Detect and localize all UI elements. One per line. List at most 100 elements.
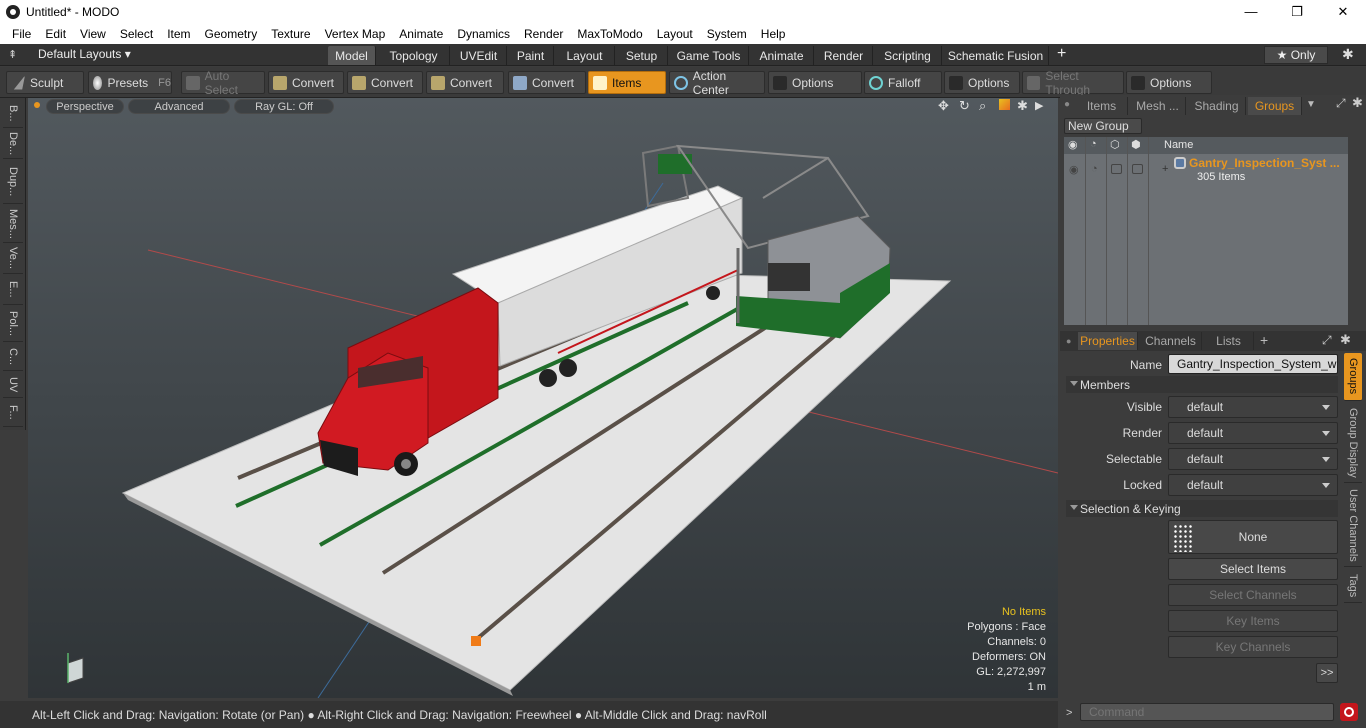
tab-dropdown-icon[interactable]: ▼ — [1306, 99, 1316, 110]
menu-select[interactable]: Select — [113, 27, 160, 41]
select-items-button[interactable]: Select Items — [1168, 558, 1338, 580]
row-eye-icon[interactable]: ◉ — [1069, 163, 1079, 176]
tab-mesh[interactable]: Mesh ... — [1130, 97, 1186, 115]
lock-icon[interactable]: ⬢ — [1131, 138, 1141, 151]
tab-topology[interactable]: Topology — [378, 46, 450, 65]
left-tab-polygon[interactable]: Pol... — [3, 306, 23, 342]
left-tab-uv[interactable]: UV — [3, 372, 23, 398]
name-input[interactable]: Gantry_Inspection_System_with — [1168, 354, 1338, 374]
menu-help[interactable]: Help — [754, 27, 793, 41]
visibility-eye-icon[interactable]: ◉ — [1068, 138, 1078, 151]
render-dropdown[interactable]: default — [1168, 422, 1338, 444]
presets-button[interactable]: Presets F6 — [88, 71, 172, 94]
menu-view[interactable]: View — [73, 27, 113, 41]
menu-layout[interactable]: Layout — [650, 27, 700, 41]
menu-edit[interactable]: Edit — [38, 27, 73, 41]
gear-icon[interactable]: ✱ — [1342, 46, 1354, 63]
render-icon[interactable]: ◔ — [1090, 138, 1097, 150]
auto-select-button[interactable]: Auto Select — [181, 69, 265, 97]
tab-channels[interactable]: Channels — [1140, 332, 1202, 350]
visible-dropdown[interactable]: default — [1168, 396, 1338, 418]
action-center-options-button[interactable]: Options — [768, 71, 862, 94]
panel-dot-icon[interactable]: ● — [1064, 99, 1070, 110]
tab-items[interactable]: Items — [1076, 97, 1128, 115]
row-render-icon[interactable]: ◔ — [1091, 163, 1098, 175]
expand-plus-icon[interactable]: + — [1162, 163, 1168, 175]
left-tab-basic[interactable]: B... — [3, 100, 23, 128]
convert-items-button[interactable]: Convert — [508, 71, 586, 94]
minimize-button[interactable]: — — [1228, 0, 1274, 23]
left-tab-vertex[interactable]: Ve... — [3, 244, 23, 274]
group-row[interactable]: ◉ ◔ + Gantry_Inspection_Syst ... 305 Ite… — [1064, 155, 1348, 185]
items-mode-button[interactable]: Items — [588, 71, 666, 94]
key-channels-button[interactable]: Key Channels — [1168, 636, 1338, 658]
menu-item[interactable]: Item — [160, 27, 197, 41]
menu-animate[interactable]: Animate — [392, 27, 450, 41]
locked-dropdown[interactable]: default — [1168, 474, 1338, 496]
selectable-dropdown[interactable]: default — [1168, 448, 1338, 470]
tab-uvedit[interactable]: UVEdit — [451, 46, 507, 65]
expand-icon[interactable]: ⤢ — [1336, 96, 1346, 111]
menu-dynamics[interactable]: Dynamics — [450, 27, 517, 41]
select-channels-button[interactable]: Select Channels — [1168, 584, 1338, 606]
falloff-button[interactable]: Falloff — [864, 71, 942, 94]
tab-paint[interactable]: Paint — [508, 46, 554, 65]
prop-dot-icon[interactable]: ● — [1066, 336, 1071, 346]
members-header[interactable]: Members — [1066, 376, 1338, 393]
menu-vertex-map[interactable]: Vertex Map — [318, 27, 393, 41]
layout-expand-icon[interactable]: ⇞ — [8, 48, 17, 61]
record-button[interactable] — [1340, 703, 1358, 721]
convert-vertices-button[interactable]: Convert — [268, 71, 344, 94]
action-center-button[interactable]: Action Center — [669, 69, 765, 97]
left-tab-mesh[interactable]: Mes... — [3, 205, 23, 243]
menu-maxtomodo[interactable]: MaxToModo — [570, 27, 649, 41]
new-group-button[interactable]: New Group — [1064, 118, 1142, 134]
menu-file[interactable]: File — [5, 27, 38, 41]
menu-render[interactable]: Render — [517, 27, 570, 41]
row-lock-box[interactable] — [1132, 164, 1143, 174]
tab-model[interactable]: Model — [328, 46, 376, 65]
side-tab-group-display[interactable]: Group Display — [1344, 403, 1362, 483]
menu-geometry[interactable]: Geometry — [198, 27, 265, 41]
left-tab-edge[interactable]: E... — [3, 275, 23, 305]
tab-schematic-fusion[interactable]: Schematic Fusion — [943, 46, 1049, 65]
only-button[interactable]: ★ Only — [1264, 46, 1328, 64]
select-icon[interactable]: ⬡ — [1110, 138, 1120, 151]
select-through-button[interactable]: Select Through — [1022, 69, 1124, 97]
none-button[interactable]: None — [1168, 520, 1338, 554]
tab-lists[interactable]: Lists — [1204, 332, 1254, 350]
left-tab-fusion[interactable]: F... — [3, 399, 23, 427]
add-tab-icon[interactable]: + — [1260, 332, 1268, 348]
tab-scripting[interactable]: Scripting — [874, 46, 942, 65]
command-input[interactable] — [1080, 703, 1334, 721]
convert-edges-button[interactable]: Convert — [347, 71, 423, 94]
tab-shading[interactable]: Shading — [1188, 97, 1246, 115]
tab-setup[interactable]: Setup — [616, 46, 668, 65]
maximize-button[interactable]: ❐ — [1274, 0, 1320, 23]
tab-layout[interactable]: Layout — [555, 46, 615, 65]
menu-texture[interactable]: Texture — [264, 27, 317, 41]
more-button[interactable]: >> — [1316, 663, 1338, 683]
convert-polygons-button[interactable]: Convert — [426, 71, 504, 94]
close-button[interactable]: ✕ — [1320, 0, 1366, 23]
left-tab-duplicate[interactable]: Dup... — [3, 160, 23, 204]
menu-system[interactable]: System — [700, 27, 754, 41]
panel-gear-icon[interactable]: ✱ — [1352, 95, 1363, 111]
select-through-options-button[interactable]: Options — [1126, 71, 1212, 94]
falloff-options-button[interactable]: Options — [944, 71, 1020, 94]
prop-expand-icon[interactable]: ⤢ — [1322, 333, 1332, 348]
side-tab-groups[interactable]: Groups — [1344, 353, 1362, 401]
tab-game-tools[interactable]: Game Tools — [669, 46, 749, 65]
add-tab-button[interactable]: + — [1057, 45, 1066, 63]
tab-groups[interactable]: Groups — [1248, 97, 1302, 115]
side-tab-user-channels[interactable]: User Channels — [1344, 485, 1362, 567]
side-tab-tags[interactable]: Tags — [1344, 569, 1362, 603]
left-tab-deform[interactable]: De... — [3, 129, 23, 159]
prop-gear-icon[interactable]: ✱ — [1340, 332, 1351, 348]
selection-keying-header[interactable]: Selection & Keying — [1066, 500, 1338, 517]
default-layouts-dropdown[interactable]: Default Layouts ▾ — [38, 47, 131, 61]
row-select-box[interactable] — [1111, 164, 1122, 174]
key-items-button[interactable]: Key Items — [1168, 610, 1338, 632]
3d-viewport[interactable]: Perspective Advanced Ray GL: Off ✥ ↻ ⌕ ✱… — [28, 98, 1058, 698]
tab-render[interactable]: Render — [815, 46, 873, 65]
